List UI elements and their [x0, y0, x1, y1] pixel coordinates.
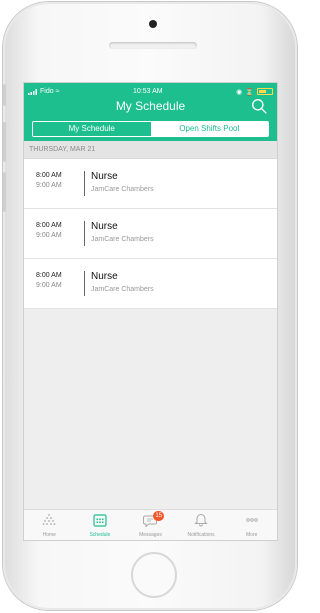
- shift-row[interactable]: 8:00 AM 9:00 AM Nurse JamCare Chambers: [24, 259, 277, 309]
- shift-times: 8:00 AM 9:00 AM: [36, 221, 76, 241]
- earpiece-speaker: [109, 42, 197, 49]
- shift-end: 9:00 AM: [36, 232, 62, 239]
- tab-more-label: More: [245, 532, 258, 538]
- app-header: Fido ≈ 10:53 AM ◉ ⏳ My Schedule My Sched…: [24, 83, 277, 141]
- shift-divider: [84, 271, 85, 296]
- shift-end: 9:00 AM: [36, 182, 62, 189]
- app-screen: Fido ≈ 10:53 AM ◉ ⏳ My Schedule My Sched…: [23, 82, 278, 541]
- status-right: ◉ ⏳: [236, 88, 273, 96]
- shift-role: Nurse: [91, 271, 118, 282]
- alarm-icon: ⏳: [245, 88, 254, 96]
- lock-rotation-icon: ◉: [236, 88, 243, 96]
- bottom-tab-bar: Home Schedule 15 Messages Notifications …: [24, 509, 277, 540]
- tab-schedule[interactable]: Schedule: [75, 510, 126, 540]
- carrier-group: Fido ≈: [28, 88, 59, 95]
- tab-more[interactable]: More: [226, 510, 277, 540]
- page-title: My Schedule: [115, 99, 186, 113]
- search-icon[interactable]: [251, 98, 268, 115]
- shift-location: JamCare Chambers: [91, 286, 154, 293]
- status-bar: Fido ≈ 10:53 AM ◉ ⏳: [28, 86, 273, 97]
- front-camera: [149, 20, 157, 28]
- volume-up-button: [3, 122, 6, 162]
- shift-role: Nurse: [91, 221, 118, 232]
- shift-times: 8:00 AM 9:00 AM: [36, 271, 76, 291]
- more-dots-icon: [245, 518, 258, 522]
- tab-notifications[interactable]: Notifications: [176, 510, 227, 540]
- messages-badge: 15: [153, 511, 165, 521]
- day-header: THURSDAY, MAR 21: [24, 141, 277, 159]
- shift-divider: [84, 221, 85, 246]
- signal-icon: [28, 88, 37, 95]
- shift-end: 9:00 AM: [36, 282, 62, 289]
- home-dots-icon: [42, 514, 56, 525]
- shift-location: JamCare Chambers: [91, 236, 154, 243]
- shift-start: 8:00 AM: [36, 272, 62, 279]
- shift-row[interactable]: 8:00 AM 9:00 AM Nurse JamCare Chambers: [24, 159, 277, 209]
- tab-messages[interactable]: 15 Messages: [125, 510, 176, 540]
- wifi-icon: ≈: [55, 88, 60, 95]
- tab-messages-label: Messages: [139, 532, 162, 538]
- tab-open-shifts-pool[interactable]: Open Shifts Pool: [150, 122, 268, 136]
- tab-my-schedule[interactable]: My Schedule: [33, 122, 151, 136]
- tab-schedule-label: Schedule: [89, 532, 111, 538]
- mute-switch: [3, 84, 6, 106]
- shift-divider: [84, 171, 85, 196]
- tab-notifications-label: Notifications: [187, 532, 215, 538]
- shift-row[interactable]: 8:00 AM 9:00 AM Nurse JamCare Chambers: [24, 209, 277, 259]
- battery-icon: [257, 88, 273, 95]
- shift-start: 8:00 AM: [36, 172, 62, 179]
- home-button[interactable]: [131, 552, 177, 598]
- status-time: 10:53 AM: [133, 88, 163, 95]
- shift-start: 8:00 AM: [36, 222, 62, 229]
- shift-role: Nurse: [91, 171, 118, 182]
- bell-icon: [194, 513, 208, 527]
- tab-home-label: Home: [42, 532, 56, 538]
- shift-location: JamCare Chambers: [91, 186, 154, 193]
- shift-times: 8:00 AM 9:00 AM: [36, 171, 76, 191]
- volume-down-button: [3, 172, 6, 212]
- carrier-name: Fido: [40, 88, 54, 95]
- tab-home[interactable]: Home: [24, 510, 75, 540]
- schedule-segmented-control: My Schedule Open Shifts Pool: [32, 121, 269, 137]
- calendar-icon: [93, 514, 107, 527]
